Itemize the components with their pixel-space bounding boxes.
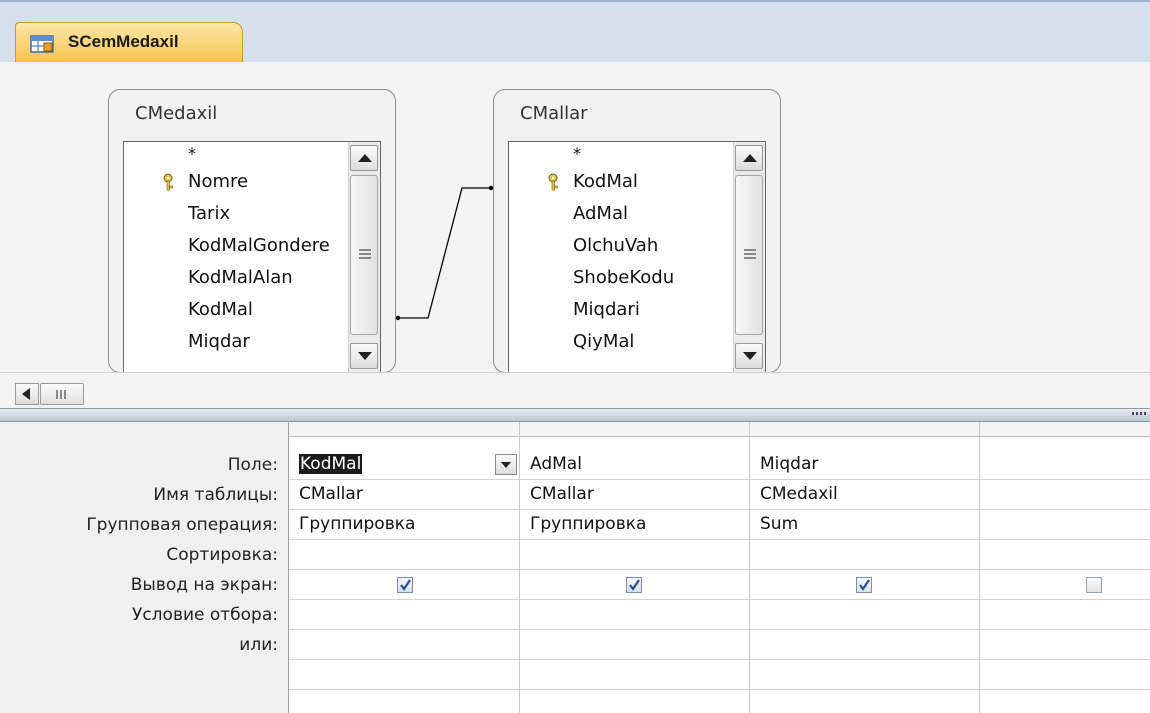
row-label-criteria: Условие отбора: (131, 605, 278, 625)
field-cell[interactable]: Miqdar (750, 450, 979, 480)
query-icon (30, 35, 54, 53)
row-label-show: Вывод на экран: (130, 575, 278, 595)
or-cell[interactable] (750, 630, 979, 660)
query-tab[interactable]: SCemMedaxil (15, 22, 243, 64)
or-cell[interactable] (980, 630, 1150, 660)
pane-splitter[interactable] (0, 408, 1150, 422)
extra-cell[interactable] (520, 660, 749, 690)
row-label-field: Поле: (227, 455, 278, 475)
table-cell[interactable]: CMedaxil (750, 480, 979, 510)
extra-cell[interactable] (750, 660, 979, 690)
column-selector[interactable] (289, 422, 519, 437)
grip-icon (56, 390, 58, 399)
criteria-cell[interactable] (750, 600, 979, 630)
scroll-thumb[interactable] (40, 383, 84, 405)
show-checkbox[interactable] (856, 577, 872, 593)
query-design-grid: Поле: Имя таблицы: Групповая операция: С… (0, 422, 1150, 713)
column-selector[interactable] (750, 422, 979, 437)
show-checkbox[interactable] (1086, 577, 1102, 593)
query-design-canvas: CMedaxil * Nomre Tarix KodMalGondere Kod… (0, 62, 1150, 373)
resize-grip-icon (1132, 412, 1146, 415)
sort-cell[interactable] (520, 540, 749, 570)
left-arrow-icon (22, 388, 30, 400)
total-cell[interactable]: Группировка (289, 510, 519, 540)
show-cell (750, 570, 979, 600)
column-selector[interactable] (520, 422, 749, 437)
field-cell[interactable]: KodMal (289, 450, 519, 480)
column-selector[interactable] (980, 422, 1150, 437)
row-label-or: или: (239, 635, 278, 655)
row-label-table: Имя таблицы: (153, 485, 278, 505)
chevron-down-icon (501, 462, 511, 468)
sort-cell[interactable] (750, 540, 979, 570)
show-cell (520, 570, 749, 600)
total-cell[interactable] (980, 510, 1150, 540)
query-tab-title: SCemMedaxil (68, 32, 179, 51)
checkmark-icon (400, 579, 411, 591)
relationship-join-line[interactable] (0, 62, 1150, 372)
checkmark-icon (859, 579, 870, 591)
grid-column[interactable]: Miqdar CMedaxil Sum (750, 422, 980, 713)
show-cell (289, 570, 519, 600)
sort-cell[interactable] (289, 540, 519, 570)
dropdown-button[interactable] (495, 454, 517, 475)
checkmark-icon (629, 579, 640, 591)
document-tab-strip: SCemMedaxil (0, 0, 1150, 64)
scroll-left-button[interactable] (15, 383, 39, 405)
row-label-sort: Сортировка: (166, 545, 278, 565)
show-checkbox[interactable] (626, 577, 642, 593)
sort-cell[interactable] (980, 540, 1150, 570)
table-cell[interactable]: CMallar (520, 480, 749, 510)
row-label-total: Групповая операция: (86, 515, 278, 535)
grid-column[interactable]: KodMal CMallar Группировка (289, 422, 520, 713)
criteria-cell[interactable] (520, 600, 749, 630)
extra-cell[interactable] (289, 660, 519, 690)
field-cell[interactable]: AdMal (520, 450, 749, 480)
grid-column[interactable]: AdMal CMallar Группировка (520, 422, 750, 713)
criteria-cell[interactable] (980, 600, 1150, 630)
extra-cell[interactable] (980, 660, 1150, 690)
row-labels: Поле: Имя таблицы: Групповая операция: С… (0, 422, 289, 713)
horizontal-scrollbar[interactable] (0, 372, 1150, 408)
field-cell[interactable] (980, 450, 1150, 480)
or-cell[interactable] (289, 630, 519, 660)
show-cell (980, 570, 1150, 600)
table-cell[interactable]: CMallar (289, 480, 519, 510)
total-cell[interactable]: Sum (750, 510, 979, 540)
table-cell[interactable] (980, 480, 1150, 510)
total-cell[interactable]: Группировка (520, 510, 749, 540)
criteria-cell[interactable] (289, 600, 519, 630)
show-checkbox[interactable] (397, 577, 413, 593)
grid-column[interactable] (980, 422, 1150, 713)
or-cell[interactable] (520, 630, 749, 660)
